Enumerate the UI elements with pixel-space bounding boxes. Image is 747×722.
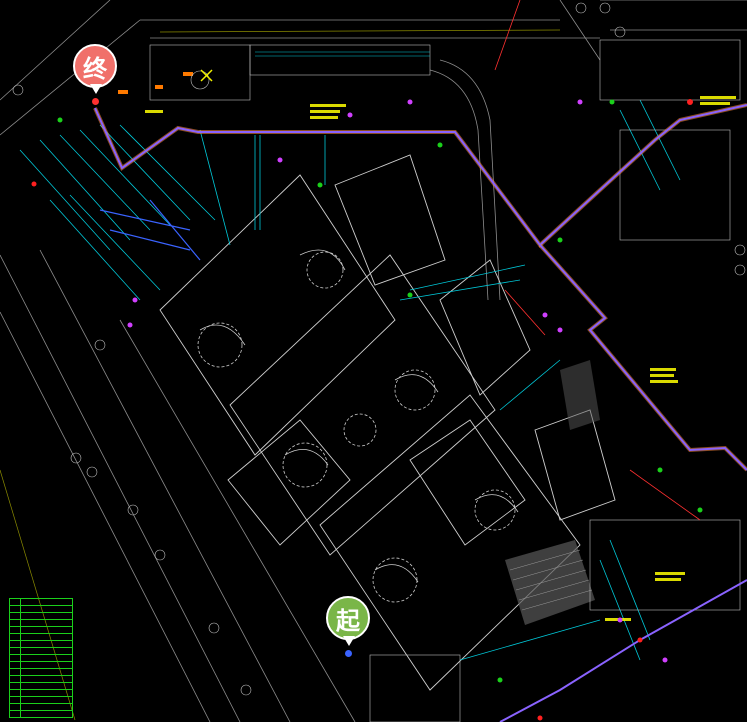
legend-cell (9, 633, 21, 641)
legend-cell (9, 626, 21, 634)
legend-row (9, 612, 73, 620)
legend-row (9, 689, 73, 697)
legend-cell (9, 647, 21, 655)
orange-labels (118, 72, 193, 94)
legend-row (9, 668, 73, 676)
legend-table (9, 598, 73, 718)
legend-cell-text (20, 682, 73, 690)
yellow-x-mark (200, 69, 213, 82)
legend-row (9, 626, 73, 634)
legend-row (9, 605, 73, 613)
legend-cell-text (20, 710, 73, 718)
legend-cell (9, 689, 21, 697)
legend-cell (9, 696, 21, 704)
court-arcs (199, 249, 519, 583)
legend-cell (9, 710, 21, 718)
legend-cell-text (20, 661, 73, 669)
legend-cell-text (20, 703, 73, 711)
start-marker-label: 起 (336, 606, 360, 635)
legend-cell (9, 675, 21, 683)
end-marker[interactable]: 终 (71, 44, 121, 106)
legend-row (9, 640, 73, 648)
start-pin-dot (345, 650, 352, 657)
legend-cell-text (20, 619, 73, 627)
legend-cell (9, 619, 21, 627)
equipment-row (255, 51, 430, 57)
legend-row (9, 710, 73, 718)
legend-row (9, 696, 73, 704)
legend-row (9, 682, 73, 690)
legend-row (9, 661, 73, 669)
legend-row (9, 703, 73, 711)
legend-cell-text (20, 640, 73, 648)
legend-cell-text (20, 605, 73, 613)
legend-row (9, 647, 73, 655)
start-marker[interactable]: 起 (324, 596, 374, 658)
legend-cell (9, 682, 21, 690)
annotation-labels (145, 96, 736, 621)
legend-cell (9, 703, 21, 711)
legend-cell (9, 640, 21, 648)
legend-row (9, 619, 73, 627)
start-pin-tail (343, 636, 355, 646)
end-pin-tail (90, 84, 102, 94)
court-circles (197, 251, 516, 603)
legend-cell-text (20, 633, 73, 641)
legend-cell (9, 598, 21, 606)
end-pin-dot (92, 98, 99, 105)
legend-row (9, 654, 73, 662)
legend-cell-text (20, 668, 73, 676)
legend-cell-text (20, 696, 73, 704)
legend-row (9, 598, 73, 606)
legend-cell (9, 612, 21, 620)
legend-cell (9, 661, 21, 669)
legend-cell-text (20, 689, 73, 697)
grid-reference-circles (12, 2, 746, 696)
legend-cell (9, 654, 21, 662)
legend-row (9, 675, 73, 683)
red-lines (494, 0, 701, 521)
legend-cell-text (20, 598, 73, 606)
start-pin-icon: 起 (326, 596, 370, 640)
end-pin-icon: 终 (73, 44, 117, 88)
legend-cell-text (20, 647, 73, 655)
legend-cell-text (20, 612, 73, 620)
end-marker-label: 终 (83, 54, 107, 83)
legend-cell-text (20, 626, 73, 634)
legend-cell (9, 668, 21, 676)
legend-cell-text (20, 654, 73, 662)
legend-cell (9, 605, 21, 613)
legend-cell-text (20, 675, 73, 683)
legend-row (9, 633, 73, 641)
legend-body (9, 598, 73, 718)
